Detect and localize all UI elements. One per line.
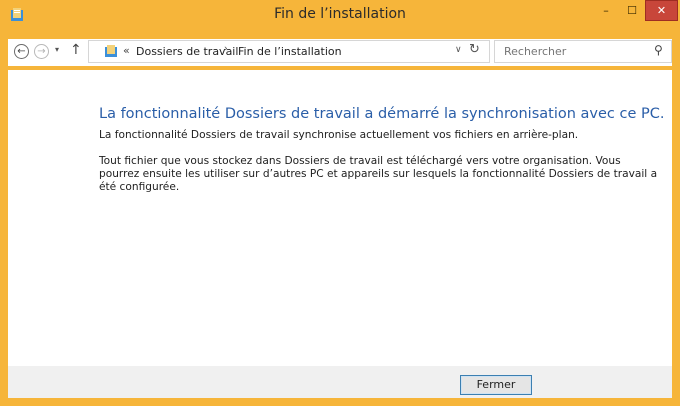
page-heading: La fonctionnalité Dossiers de travail a … [99,106,665,122]
chevron-right-icon[interactable]: › [224,44,228,54]
address-dropdown-button[interactable]: ∨ [455,45,462,55]
breadcrumb-end-of-setup[interactable]: Fin de l’installation [238,45,342,58]
work-folders-icon [105,45,117,57]
back-button[interactable]: ← [14,44,29,59]
info-paragraph: Tout fichier que vous stockez dans Dossi… [99,155,658,193]
refresh-button[interactable]: ↻ [469,42,480,57]
breadcrumb-overflow[interactable]: « [123,44,130,57]
window-title: Fin de l’installation [274,6,406,22]
main-content: La fonctionnalité Dossiers de travail a … [8,70,672,366]
recent-locations-dropdown[interactable]: ▾ [55,45,59,54]
close-button[interactable]: Fermer [460,375,532,395]
address-bar: ← → ▾ ↑ « Dossiers de travail › Fin de l… [8,39,672,66]
search-icon[interactable]: ⚲ [654,43,663,57]
app-window: Fin de l’installation – ☐ ✕ ← → ▾ ↑ « Do… [0,0,680,406]
status-paragraph: La fonctionnalité Dossiers de travail sy… [99,129,579,141]
footer-bar: Fermer [8,366,672,398]
up-button[interactable]: ↑ [70,42,82,58]
search-input[interactable] [504,45,634,58]
maximize-button[interactable]: ☐ [619,0,645,21]
close-window-button[interactable]: ✕ [645,0,678,21]
forward-button[interactable]: → [34,44,49,59]
minimize-button[interactable]: – [593,0,619,21]
title-bar[interactable]: Fin de l’installation – ☐ ✕ [0,0,680,30]
